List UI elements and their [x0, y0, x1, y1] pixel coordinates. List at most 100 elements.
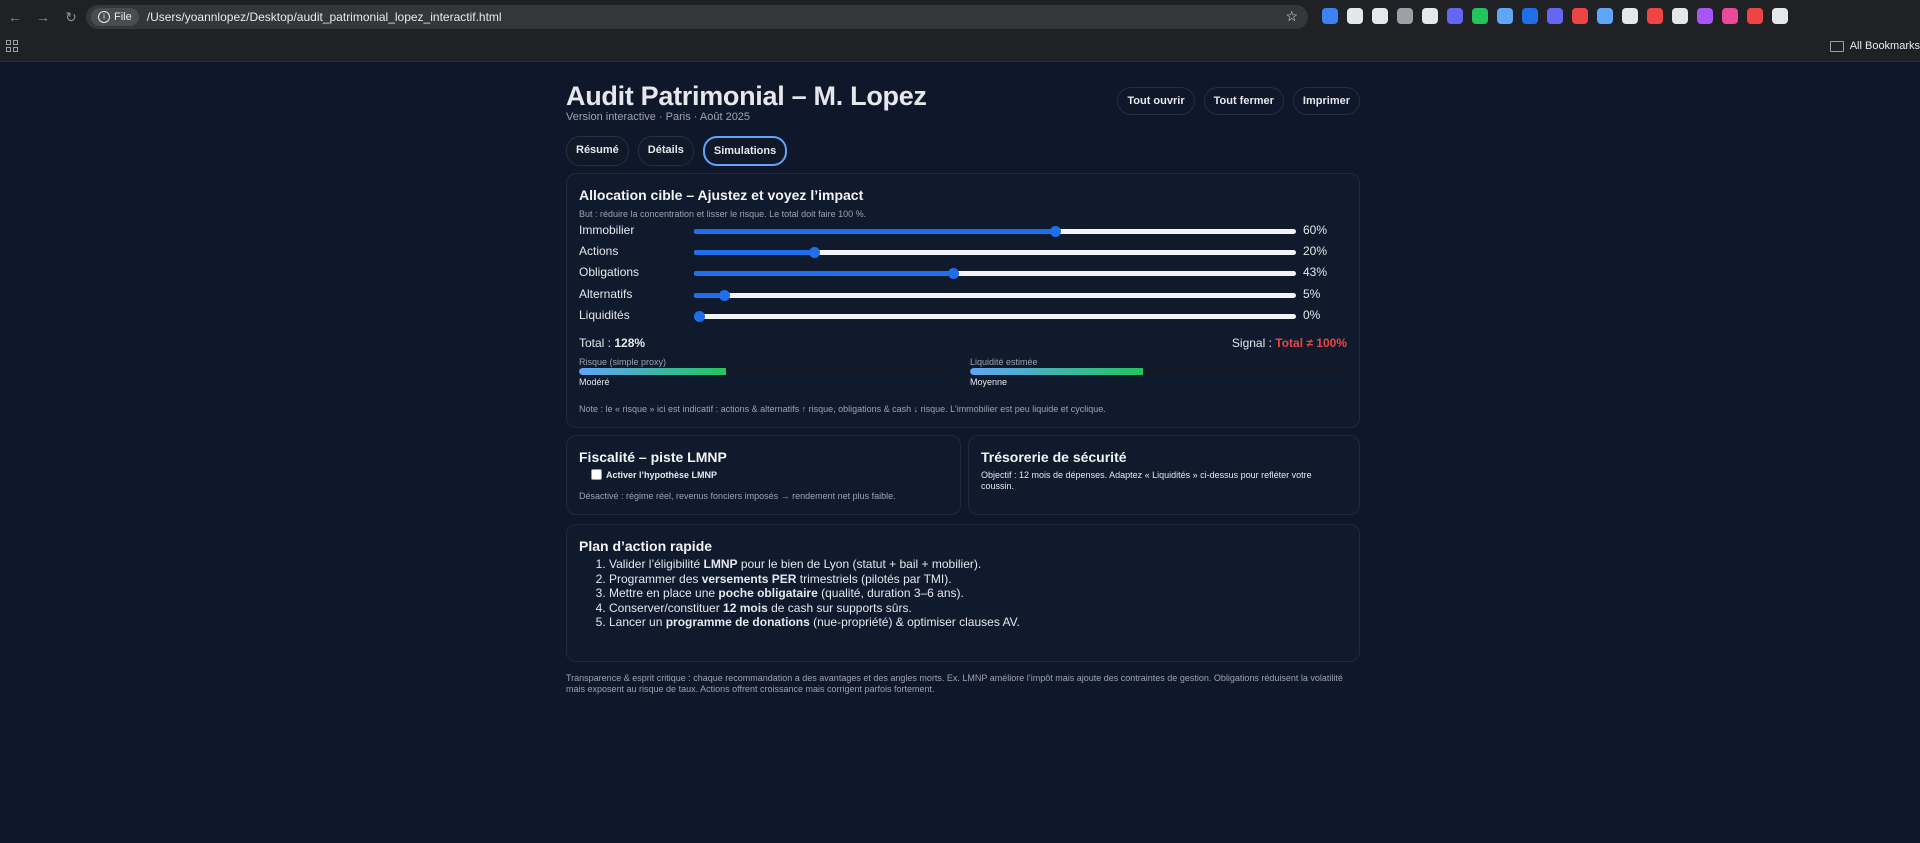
item-emphasis: poche obligataire [718, 586, 818, 601]
page-header: Audit Patrimonial – M. Lopez Version int… [566, 61, 1360, 125]
liquidity-value: Moyenne [970, 377, 1008, 387]
slider-label: Actions [579, 244, 619, 259]
slider-fill [694, 250, 815, 256]
slider-value: 5% [1303, 286, 1321, 301]
lmnp-title: Fiscalité – piste LMNP [579, 449, 727, 465]
tab-simulations[interactable]: Simulations [702, 136, 788, 166]
page: Audit Patrimonial – M. Lopez Version int… [566, 61, 1360, 694]
allocation-sliders: Immobilier 60% Actions 20% Obligations 43% Alt… [579, 221, 1349, 327]
tab-details[interactable]: Détails [637, 136, 694, 166]
extension-icon[interactable] [1447, 8, 1463, 24]
slider-label: Immobilier [579, 223, 635, 237]
risk-bar [579, 368, 955, 375]
lmnp-checkbox-label[interactable]: Activer l’hypothèse LMNP [606, 470, 717, 480]
slider-thumb[interactable] [694, 310, 705, 322]
extension-icon[interactable] [1647, 8, 1663, 24]
allocation-note: Note : le « risque » ici est indicatif :… [579, 404, 1106, 414]
item-text: Mettre en place une [609, 586, 719, 601]
total-label: Total : [579, 336, 612, 350]
treasury-card: Trésorerie de sécurité Objectif : 12 moi… [968, 435, 1360, 515]
item-emphasis: 12 mois [723, 600, 768, 615]
slider-value: 43% [1303, 265, 1328, 280]
slider-thumb[interactable] [719, 289, 731, 301]
extension-icon[interactable] [1622, 8, 1638, 24]
liquidity-bar-fill [970, 368, 1143, 375]
item-text: trimestriels (pilotés par TMI). [796, 571, 952, 586]
back-icon[interactable]: ← [8, 9, 22, 26]
extensions-toolbar [1322, 8, 1788, 24]
lmnp-checkbox[interactable] [591, 469, 602, 480]
slider-row: Actions 20% [579, 242, 1349, 263]
info-icon: i [98, 11, 110, 23]
all-bookmarks-label: All Bookmarks [1849, 40, 1920, 52]
extension-icon[interactable] [1697, 8, 1713, 24]
extension-icon[interactable] [1672, 8, 1688, 24]
slider-track[interactable] [694, 226, 1296, 237]
open-all-button[interactable]: Tout ouvrir [1117, 87, 1195, 115]
extension-icon[interactable] [1372, 8, 1388, 24]
liquidity-bar [970, 368, 1346, 375]
action-plan-item: Lancer un programme de donations (nue-pr… [609, 615, 1020, 630]
folder-icon [1829, 40, 1844, 52]
close-all-button[interactable]: Tout fermer [1203, 87, 1284, 115]
slider-track[interactable] [694, 247, 1296, 259]
slider-track[interactable] [694, 268, 1296, 280]
item-emphasis: versements PER [701, 571, 797, 586]
reload-icon[interactable]: ↻ [64, 9, 78, 26]
item-text: (nue-propriété) & optimiser clauses AV. [809, 615, 1020, 630]
extension-icon[interactable] [1422, 8, 1438, 24]
item-text: Lancer un [609, 615, 666, 630]
extension-icon[interactable] [1322, 8, 1338, 24]
extension-icon[interactable] [1397, 8, 1413, 24]
item-text: pour le bien de Lyon (statut + bail + mo… [737, 557, 982, 571]
apps-grid-icon[interactable] [6, 40, 18, 52]
slider-thumb[interactable] [1050, 226, 1062, 237]
extension-icon[interactable] [1597, 8, 1613, 24]
treasury-desc: Objectif : 12 mois de dépenses. Adaptez … [981, 470, 1312, 491]
item-text: Valider l’éligibilité [609, 557, 704, 571]
risk-bar-fill [579, 368, 726, 375]
extension-icon[interactable] [1772, 8, 1788, 24]
slider-label: Liquidités [579, 307, 630, 322]
treasury-title: Trésorerie de sécurité [981, 449, 1127, 465]
nav-buttons: ← → ↻ [0, 9, 86, 26]
forward-icon[interactable]: → [36, 9, 50, 26]
site-info-chip[interactable]: i File [91, 8, 139, 26]
item-emphasis: programme de donations [665, 615, 810, 630]
all-bookmarks[interactable]: All Bookmarks [1829, 40, 1920, 52]
action-plan-item: Valider l’éligibilité LMNP pour le bien … [609, 557, 1020, 572]
url-text: /Users/yoannlopez/Desktop/audit_patrimon… [146, 10, 502, 24]
slider-row: Liquidités 0% [579, 306, 1349, 327]
slider-fill [694, 271, 953, 277]
tab-resume[interactable]: Résumé [566, 136, 629, 166]
slider-row: Alternatifs 5% [579, 285, 1349, 306]
extension-icon[interactable] [1347, 8, 1363, 24]
print-button[interactable]: Imprimer [1292, 87, 1360, 115]
total-value: 128% [614, 336, 646, 350]
item-text: Conserver/constituer [609, 600, 724, 615]
action-plan-item: Mettre en place une poche obligataire (q… [609, 586, 1020, 601]
lmnp-card: Fiscalité – piste LMNP Activer l’hypothè… [566, 435, 961, 515]
address-bar[interactable]: i File /Users/yoannlopez/Desktop/audit_p… [86, 5, 1308, 29]
page-subtitle: Version interactive · Paris · Août 2025 [566, 111, 751, 123]
extension-icon[interactable] [1497, 8, 1513, 24]
slider-track[interactable] [694, 289, 1296, 301]
slider-thumb[interactable] [809, 247, 821, 259]
extension-icon[interactable] [1722, 8, 1738, 24]
extension-icon[interactable] [1472, 8, 1488, 24]
lmnp-checkbox-row[interactable]: Activer l’hypothèse LMNP [591, 469, 717, 480]
risk-meter: Risque (simple proxy) Modéré [579, 357, 955, 387]
lmnp-desc: Désactivé : régime réel, revenus foncier… [579, 491, 896, 501]
slider-thumb[interactable] [947, 268, 959, 280]
extension-icon[interactable] [1747, 8, 1763, 24]
extension-icon[interactable] [1572, 8, 1588, 24]
extension-icon[interactable] [1522, 8, 1538, 24]
item-text: de cash sur supports sûrs. [767, 600, 912, 615]
item-text: Programmer des [609, 571, 702, 586]
extension-icon[interactable] [1547, 8, 1563, 24]
slider-value: 20% [1303, 244, 1328, 259]
liquidity-label: Liquidité estimée [970, 357, 1038, 367]
bookmark-star-icon[interactable]: ☆ [1285, 8, 1298, 25]
slider-value: 0% [1303, 307, 1321, 322]
slider-track[interactable] [694, 310, 1296, 322]
